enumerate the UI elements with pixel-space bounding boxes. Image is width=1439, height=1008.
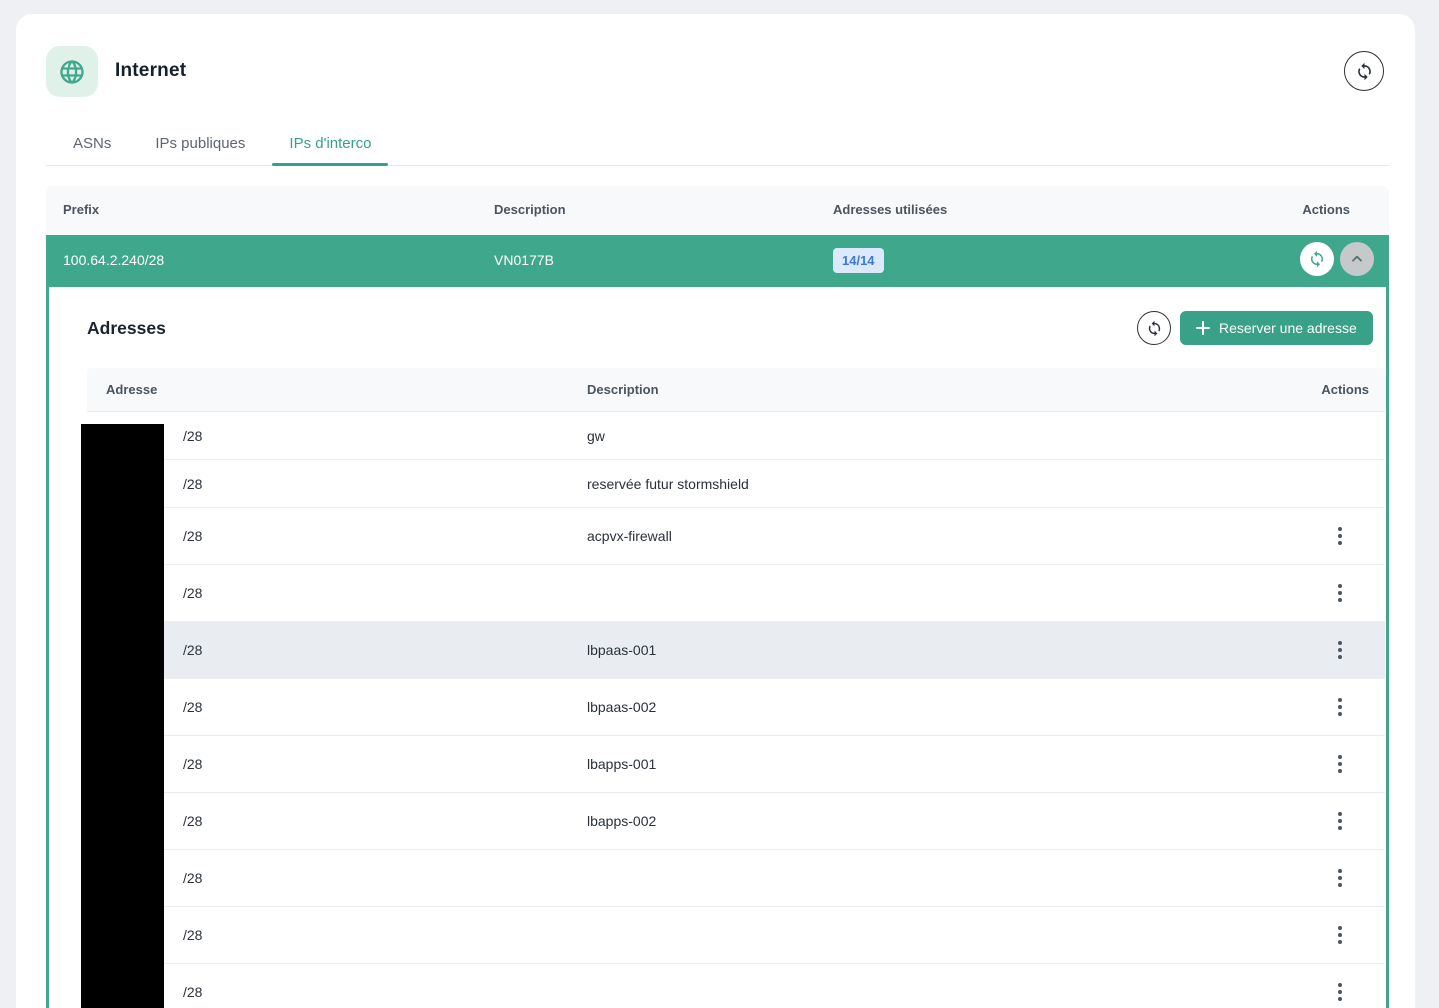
kebab-icon[interactable]: [1326, 978, 1354, 1006]
address-value: /28: [183, 428, 202, 444]
page-title: Internet: [115, 60, 186, 82]
address-table-row[interactable]: /28 gw: [87, 412, 1385, 460]
kebab-icon[interactable]: [1326, 579, 1354, 607]
addresses-refresh-icon[interactable]: [1137, 311, 1171, 345]
tab-ips-interco[interactable]: IPs d'interco: [272, 121, 388, 165]
address-table-row[interactable]: /28 acpvx-firewall: [87, 508, 1385, 565]
kebab-dots: [1338, 591, 1342, 595]
address-table-row[interactable]: /28 lbpaas-002: [87, 679, 1385, 736]
address-description: lbapps-002: [587, 813, 656, 829]
column-header-prefix: Prefix: [63, 202, 99, 217]
prefix-value: 100.64.2.240/28: [63, 252, 164, 268]
address-table-row[interactable]: /28 lbapps-002: [87, 793, 1385, 850]
address-description: lbpaas-002: [587, 699, 656, 715]
kebab-icon[interactable]: [1326, 522, 1354, 550]
tab-asns[interactable]: ASNs: [56, 121, 128, 165]
address-table-row[interactable]: /28: [87, 964, 1385, 1008]
kebab-dots: [1338, 819, 1342, 823]
address-value: /28: [183, 927, 202, 943]
kebab-dots: [1338, 876, 1342, 880]
kebab-icon[interactable]: [1326, 750, 1354, 778]
kebab-icon[interactable]: [1326, 636, 1354, 664]
column-header-actions: Actions: [1302, 202, 1350, 217]
address-value: /28: [183, 476, 202, 492]
prefix-table-header: Prefix Description Adresses utilisées Ac…: [46, 186, 1389, 235]
address-value: /28: [183, 699, 202, 715]
column-header-address-description: Description: [587, 382, 659, 397]
chevron-up-icon[interactable]: [1340, 242, 1374, 276]
tab-ips-publiques[interactable]: IPs publiques: [138, 121, 262, 165]
address-table-row[interactable]: /28 lbapps-001: [87, 736, 1385, 793]
address-table-row[interactable]: /28 lbpaas-001: [87, 622, 1385, 679]
reserve-address-button[interactable]: Reserver une adresse: [1180, 311, 1373, 345]
addresses-panel: Adresses Reserver une adresse Adresse De…: [46, 287, 1389, 1008]
address-value: /28: [183, 813, 202, 829]
refresh-icon[interactable]: [1344, 51, 1384, 91]
addresses-table-header: Adresse Description Actions: [87, 368, 1385, 412]
kebab-dots: [1338, 648, 1342, 652]
addresses-panel-title: Adresses: [87, 318, 166, 339]
kebab-icon[interactable]: [1326, 921, 1354, 949]
address-value: /28: [183, 528, 202, 544]
kebab-dots: [1338, 933, 1342, 937]
internet-card: Internet ASNs IPs publiques IPs d'interc…: [16, 14, 1415, 1008]
row-refresh-icon[interactable]: [1300, 242, 1334, 276]
redaction-overlay: [81, 424, 164, 1008]
kebab-dots: [1338, 762, 1342, 766]
address-description: reservée futur stormshield: [587, 476, 749, 492]
plus-icon: [1196, 321, 1210, 335]
address-description: acpvx-firewall: [587, 528, 672, 544]
address-value: /28: [183, 984, 202, 1000]
address-table-row[interactable]: /28: [87, 850, 1385, 907]
address-value: /28: [183, 756, 202, 772]
addresses-table-body: /28 gw/28 reservée futur stormshield/28 acp…: [87, 412, 1385, 1008]
address-description: lbapps-001: [587, 756, 656, 772]
kebab-icon[interactable]: [1326, 693, 1354, 721]
address-table-row[interactable]: /28: [87, 907, 1385, 964]
address-description: gw: [587, 428, 605, 444]
address-value: /28: [183, 585, 202, 601]
column-header-description: Description: [494, 202, 566, 217]
globe-icon: [46, 46, 98, 97]
address-description: lbpaas-001: [587, 642, 656, 658]
reserve-address-label: Reserver une adresse: [1219, 320, 1357, 336]
kebab-dots: [1338, 990, 1342, 994]
kebab-icon[interactable]: [1326, 864, 1354, 892]
kebab-dots: [1338, 534, 1342, 538]
kebab-icon[interactable]: [1326, 807, 1354, 835]
column-header-address-actions: Actions: [1321, 382, 1369, 397]
column-header-address: Adresse: [106, 382, 157, 397]
tab-bar: ASNs IPs publiques IPs d'interco: [46, 121, 1389, 166]
address-table-row[interactable]: /28: [87, 565, 1385, 622]
address-table-row[interactable]: /28 reservée futur stormshield: [87, 460, 1385, 508]
address-value: /28: [183, 870, 202, 886]
addresses-used-badge: 14/14: [833, 248, 884, 273]
address-value: /28: [183, 642, 202, 658]
kebab-dots: [1338, 705, 1342, 709]
column-header-addresses-used: Adresses utilisées: [833, 202, 947, 217]
prefix-table-row[interactable]: 100.64.2.240/28 VN0177B 14/14: [46, 235, 1389, 287]
prefix-description: VN0177B: [494, 252, 554, 268]
